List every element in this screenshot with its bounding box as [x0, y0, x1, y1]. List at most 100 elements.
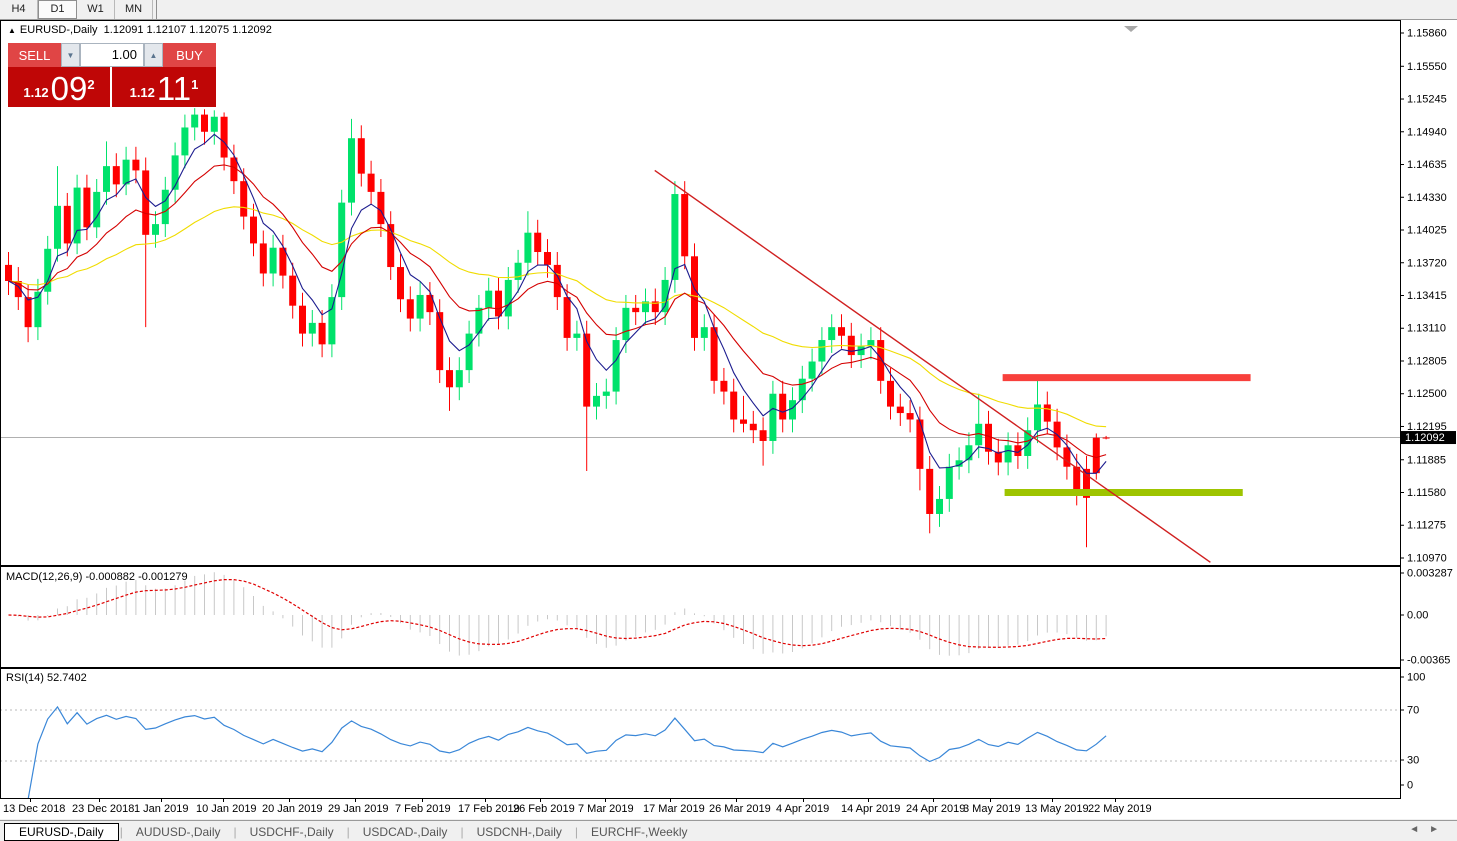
symbol-tab-audusd[interactable]: AUDUSD-,Daily: [124, 824, 233, 840]
rsi-indicator-pane[interactable]: RSI(14) 52.740210070300: [0, 668, 1457, 799]
date-tick: [1115, 799, 1116, 802]
date-axis-label: 14 Apr 2019: [841, 803, 900, 815]
date-tick: [868, 799, 869, 802]
date-tick: [30, 799, 31, 802]
chart-tab-bar: EURUSD-,Daily|AUDUSD-,Daily|USDCHF-,Dail…: [0, 820, 1457, 841]
timeframe-button-h4[interactable]: H4: [0, 0, 38, 19]
price-axis-label: 1.12500: [1407, 388, 1447, 400]
volume-input[interactable]: 1.00: [80, 43, 144, 67]
sell-button[interactable]: SELL: [8, 43, 61, 67]
date-axis-label: 1 Jan 2019: [134, 803, 188, 815]
buy-price-pipette: 1: [191, 77, 198, 92]
date-axis[interactable]: 13 Dec 201823 Dec 20181 Jan 201910 Jan 2…: [0, 799, 1457, 819]
date-axis-label: 13 May 2019: [1025, 803, 1089, 815]
timeframe-button-d1[interactable]: D1: [38, 0, 77, 19]
date-tick: [803, 799, 804, 802]
date-tick: [161, 799, 162, 802]
price-chart[interactable]: 1.15860 1.15550 1.15245 1.14940 1.14635 1.143…: [0, 20, 1457, 566]
trading-terminal: H4D1W1MN 1.158601.155501.152451.149401.1…: [0, 0, 1457, 841]
resistance-line[interactable]: [1003, 374, 1251, 381]
buy-price-big: 11: [157, 74, 191, 104]
chart-title: ▲ EURUSD-,Daily 1.12091 1.12107 1.12075 1…: [8, 24, 272, 36]
scroll-left-icon[interactable]: ◄: [1409, 824, 1429, 835]
price-axis-label: 1.13110: [1407, 323, 1446, 335]
rsi-axis-label: 100: [1407, 672, 1425, 684]
symbol-tab-usdcnh[interactable]: USDCNH-,Daily: [465, 824, 574, 840]
support-line[interactable]: [1005, 489, 1243, 496]
date-tick: [223, 799, 224, 802]
macd-axis-label: -0.00365: [1407, 655, 1450, 667]
date-tick: [933, 799, 934, 802]
date-tick: [1052, 799, 1053, 802]
scroll-right-icon[interactable]: ►: [1429, 824, 1449, 835]
date-tick: [990, 799, 991, 802]
price-axis-label: 1.11275: [1407, 520, 1446, 532]
volume-increase-button[interactable]: ▲: [144, 43, 163, 67]
rsi-label: RSI(14) 52.7402: [6, 672, 87, 684]
date-axis-label: 26 Feb 2019: [513, 803, 575, 815]
price-axis-label: 1.13720: [1407, 257, 1447, 269]
date-axis-label: 20 Jan 2019: [262, 803, 323, 815]
price-axis-label: 1.11885: [1407, 454, 1446, 466]
macd-indicator-pane[interactable]: MACD(12,26,9) -0.000882 -0.0012790.00328…: [0, 566, 1457, 668]
buy-price-prefix: 1.12: [130, 82, 155, 104]
price-axis-label: 1.13415: [1407, 290, 1447, 302]
date-tick: [289, 799, 290, 802]
macd-axis-label: 0.00: [1407, 610, 1428, 622]
price-axis-label: 1.14330: [1407, 192, 1447, 204]
price-axis-label: 1.10970: [1407, 552, 1447, 564]
price-axis-label: 1.11580: [1407, 487, 1446, 499]
buy-price-display[interactable]: 1.12 11 1: [112, 67, 216, 107]
symbol-marker-icon: ▲: [8, 26, 16, 35]
sell-price-pipette: 2: [87, 77, 94, 92]
price-axis-label: 1.15860: [1407, 28, 1447, 40]
symbol-name: EURUSD-,Daily: [20, 24, 98, 36]
macd-label: MACD(12,26,9) -0.000882 -0.001279: [6, 571, 188, 583]
symbol-tab-eurusd[interactable]: EURUSD-,Daily: [4, 823, 119, 841]
price-axis-label: 1.14940: [1407, 126, 1447, 138]
chevron-up-icon: ▲: [150, 51, 158, 60]
volume-decrease-button[interactable]: ▼: [61, 43, 80, 67]
current-price-value: 1.12092: [1405, 432, 1445, 444]
sell-price-display[interactable]: 1.12 09 2: [8, 67, 112, 107]
symbol-tab-eurchf[interactable]: EURCHF-,Weekly: [579, 824, 699, 840]
date-axis-label: 24 Apr 2019: [906, 803, 965, 815]
rsi-axis-label: 0: [1407, 780, 1413, 792]
price-axis-label: 1.14025: [1407, 225, 1447, 237]
price-axis-label: 1.15245: [1407, 94, 1447, 106]
sell-price-prefix: 1.12: [23, 82, 48, 104]
date-axis-label: 17 Feb 2019: [458, 803, 520, 815]
symbol-tab-usdchf[interactable]: USDCHF-,Daily: [238, 824, 346, 840]
ohlc-values: 1.12091 1.12107 1.12075 1.12092: [104, 24, 272, 36]
date-tick: [605, 799, 606, 802]
symbol-tab-usdcad[interactable]: USDCAD-,Daily: [351, 824, 460, 840]
date-axis-label: 17 Mar 2019: [643, 803, 705, 815]
date-axis-label: 23 Dec 2018: [72, 803, 134, 815]
date-axis-label: 7 Mar 2019: [578, 803, 634, 815]
rsi-axis-label: 70: [1407, 705, 1419, 717]
date-axis-label: 26 Mar 2019: [709, 803, 771, 815]
chart-window: 1.15860 1.15550 1.15245 1.14940 1.14635 1.143…: [0, 20, 1457, 819]
date-tick: [99, 799, 100, 802]
price-axis-label: 1.14635: [1407, 159, 1447, 171]
chevron-down-icon: ▼: [67, 51, 75, 60]
price-axis-label: 1.12805: [1407, 355, 1447, 367]
date-axis-label: 29 Jan 2019: [328, 803, 389, 815]
date-axis-label: 7 Feb 2019: [395, 803, 451, 815]
date-axis-label: 4 Apr 2019: [776, 803, 829, 815]
date-tick: [670, 799, 671, 802]
date-axis-label: 22 May 2019: [1088, 803, 1152, 815]
timeframe-button-mn[interactable]: MN: [115, 0, 153, 19]
timeframe-button-w1[interactable]: W1: [77, 0, 115, 19]
timeframe-toolbar: H4D1W1MN: [0, 0, 1457, 20]
buy-button[interactable]: BUY: [163, 43, 216, 67]
date-axis-label: 13 Dec 2018: [3, 803, 65, 815]
sell-price-big: 09: [51, 74, 88, 104]
date-tick: [485, 799, 486, 802]
date-tick: [355, 799, 356, 802]
date-tick: [736, 799, 737, 802]
date-tick: [422, 799, 423, 802]
toolbar-separator: [153, 0, 157, 19]
price-axis-label: 1.15550: [1407, 61, 1447, 73]
one-click-trade-panel: SELL ▼ 1.00 ▲ BUY 1.12 09 2 1.12 11 1: [8, 43, 216, 107]
